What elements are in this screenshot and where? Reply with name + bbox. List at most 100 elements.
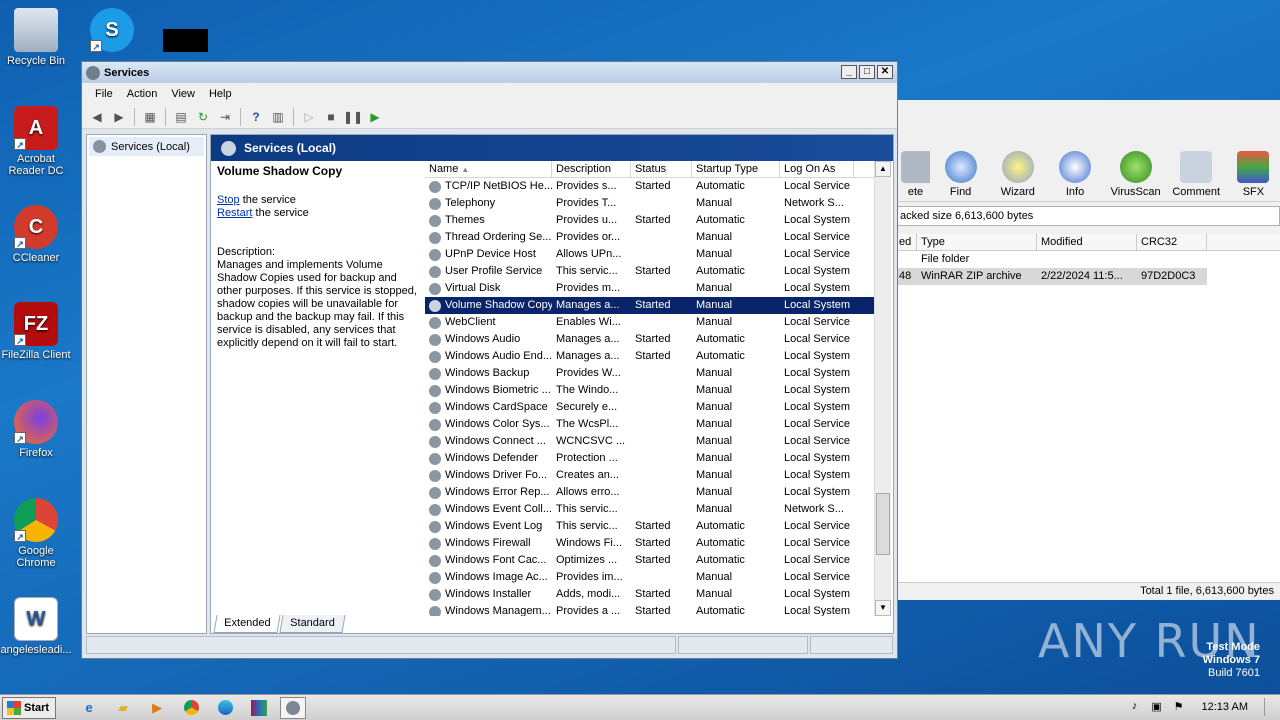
table-row[interactable]: Virtual Disk Provides m... Manual Local Sys… bbox=[425, 280, 881, 297]
cell-startup-type: Manual bbox=[692, 450, 780, 467]
cell-text: Started bbox=[635, 214, 671, 226]
media-player-icon[interactable]: ▶ bbox=[144, 697, 170, 719]
table-row[interactable]: Thread Ordering Se... Provides or... Manua… bbox=[425, 229, 881, 246]
table-row[interactable]: TCP/IP NetBIOS He... Provides s... Started… bbox=[425, 178, 881, 195]
winrar-wizard-button[interactable]: Wizard bbox=[991, 145, 1044, 198]
table-row[interactable]: Windows Connect ... WCNCSVC ... Manual Loca… bbox=[425, 433, 881, 450]
services-icon[interactable] bbox=[280, 696, 307, 719]
tree-item-services-local[interactable]: Services (Local) bbox=[89, 137, 204, 156]
table-row[interactable]: Windows Image Ac... Provides im... Manual L… bbox=[425, 569, 881, 586]
column-status[interactable]: Status bbox=[631, 161, 692, 177]
desktop-icon-acrobat[interactable]: A ↗ Acrobat Reader DC bbox=[0, 106, 72, 177]
pause-service-icon[interactable]: ❚❚ bbox=[343, 108, 363, 126]
column-header[interactable]: Type bbox=[917, 234, 1037, 250]
scroll-thumb[interactable] bbox=[876, 493, 890, 555]
desktop-icon-filezilla[interactable]: FZ ↗ FileZilla Client bbox=[0, 302, 72, 361]
winrar-delete-button[interactable]: ete bbox=[901, 145, 931, 198]
column-header[interactable]: Modified bbox=[1037, 234, 1137, 250]
column-header[interactable]: ed bbox=[895, 234, 917, 250]
show-hide-icon[interactable]: ▥ bbox=[269, 108, 287, 126]
winrar-virusscan-button[interactable]: VirusScan bbox=[1106, 145, 1166, 198]
table-row[interactable]: Windows Managem... Provides a ... Started A… bbox=[425, 603, 881, 616]
menu-help[interactable]: Help bbox=[202, 88, 239, 100]
start-service-icon[interactable]: ▷ bbox=[300, 108, 318, 126]
vertical-scrollbar[interactable]: ▲ ▼ bbox=[874, 161, 891, 616]
show-desktop-icon[interactable] bbox=[1264, 698, 1274, 716]
help-icon[interactable]: ? bbox=[247, 108, 265, 126]
column-header[interactable]: CRC32 bbox=[1137, 234, 1207, 250]
table-row[interactable]: Telephony Provides T... Manual Network S... bbox=[425, 195, 881, 212]
stop-service-icon[interactable]: ■ bbox=[322, 108, 340, 126]
column-name[interactable]: Name ▲ bbox=[425, 161, 552, 177]
table-row[interactable]: WebClient Enables Wi... Manual Local Servic… bbox=[425, 314, 881, 331]
column-log-on-as[interactable]: Log On As bbox=[780, 161, 854, 177]
table-row[interactable]: Windows Audio Manages a... Started Automati… bbox=[425, 331, 881, 348]
title-bar[interactable]: Services _ □ ✕ bbox=[82, 62, 897, 83]
table-row[interactable]: Windows Firewall Windows Fi... Started Auto… bbox=[425, 535, 881, 552]
ie-icon[interactable]: e bbox=[76, 697, 102, 719]
chrome-icon[interactable] bbox=[178, 697, 204, 719]
table-row[interactable]: Windows Driver Fo... Creates an... Manual L… bbox=[425, 467, 881, 484]
table-row[interactable]: Windows Font Cac... Optimizes ... Started A… bbox=[425, 552, 881, 569]
desktop-icon-firefox[interactable]: ↗ Firefox bbox=[0, 400, 72, 459]
list-item[interactable]: 48 WinRAR ZIP archive 2/22/2024 11:5... … bbox=[895, 268, 1207, 285]
list-item[interactable]: File folder bbox=[895, 251, 1280, 268]
forward-icon[interactable]: ▶ bbox=[110, 108, 128, 126]
table-row[interactable]: Themes Provides u... Started Automatic Local… bbox=[425, 212, 881, 229]
winrar-find-button[interactable]: Find bbox=[934, 145, 987, 198]
action-center-flag-icon[interactable]: ⚑ bbox=[1172, 700, 1186, 714]
winrar-comment-button[interactable]: Comment bbox=[1170, 145, 1223, 198]
table-row[interactable]: UPnP Device Host Allows UPn... Manual Local… bbox=[425, 246, 881, 263]
cell-log-on-as: Local System bbox=[780, 382, 854, 399]
desktop-icon-word-doc[interactable]: W angelesleadi... bbox=[0, 597, 72, 656]
minimize-button[interactable]: _ bbox=[841, 65, 857, 79]
properties-icon[interactable]: ▤ bbox=[172, 108, 190, 126]
table-row[interactable]: Windows Error Rep... Allows erro... Manual… bbox=[425, 484, 881, 501]
tab-standard[interactable]: Standard bbox=[279, 615, 346, 633]
menu-action[interactable]: Action bbox=[120, 88, 165, 100]
stop-service-link[interactable]: Stop bbox=[217, 194, 240, 206]
menu-view[interactable]: View bbox=[164, 88, 202, 100]
column-startup-type[interactable]: Startup Type bbox=[692, 161, 780, 177]
close-button[interactable]: ✕ bbox=[877, 65, 893, 79]
clock[interactable]: 12:13 AM bbox=[1202, 701, 1248, 713]
edge-icon[interactable] bbox=[212, 697, 238, 719]
network-icon[interactable]: ▣ bbox=[1150, 700, 1164, 714]
speaker-icon[interactable]: ♪ bbox=[1128, 700, 1142, 714]
winrar-sfx-button[interactable]: SFX bbox=[1227, 145, 1280, 198]
table-row[interactable]: Volume Shadow Copy Manages a... Started Man… bbox=[425, 297, 881, 314]
tab-extended[interactable]: Extended bbox=[213, 615, 282, 633]
desktop-icon-label: CCleaner bbox=[12, 252, 60, 264]
table-row[interactable]: Windows CardSpace Securely e... Manual Loca… bbox=[425, 399, 881, 416]
table-row[interactable]: Windows Installer Adds, modi... Started Man… bbox=[425, 586, 881, 603]
desktop-icon-ccleaner[interactable]: C ↗ CCleaner bbox=[0, 205, 72, 264]
table-row[interactable]: Windows Biometric ... The Windo... Manual L… bbox=[425, 382, 881, 399]
menu-file[interactable]: File bbox=[88, 88, 120, 100]
table-row[interactable]: User Profile Service This servic... Starte… bbox=[425, 263, 881, 280]
table-row[interactable]: Windows Color Sys... The WcsPl... Manual Lo… bbox=[425, 416, 881, 433]
maximize-button[interactable]: □ bbox=[859, 65, 875, 79]
start-button[interactable]: Start bbox=[2, 696, 57, 719]
desktop-icon-recycle-bin[interactable]: Recycle Bin bbox=[0, 8, 72, 67]
console-tree-icon[interactable]: ▦ bbox=[141, 108, 159, 126]
desktop-icon-skype[interactable]: S ↗ bbox=[76, 8, 148, 55]
explorer-icon[interactable]: ▰ bbox=[110, 697, 136, 719]
table-row[interactable]: Windows Backup Provides W... Manual Local S… bbox=[425, 365, 881, 382]
table-row[interactable]: Windows Event Log This servic... Started Au… bbox=[425, 518, 881, 535]
refresh-icon[interactable]: ↻ bbox=[194, 108, 212, 126]
cell-text: Manual bbox=[696, 469, 733, 481]
table-row[interactable]: Windows Audio End... Manages a... Started A… bbox=[425, 348, 881, 365]
restart-service-icon[interactable]: ▶ bbox=[366, 108, 384, 126]
back-icon[interactable]: ◀ bbox=[88, 108, 106, 126]
winrar-info-button[interactable]: Info bbox=[1048, 145, 1101, 198]
scroll-down-icon[interactable]: ▼ bbox=[875, 600, 891, 616]
table-row[interactable]: Windows Defender Protection ... Manual Loca… bbox=[425, 450, 881, 467]
desktop-icon-chrome[interactable]: ↗ Google Chrome bbox=[0, 498, 72, 569]
table-row[interactable]: Windows Event Coll... This servic... Manua… bbox=[425, 501, 881, 518]
cell-text: Windows CardSpace bbox=[445, 401, 548, 413]
winrar-icon[interactable] bbox=[246, 697, 272, 719]
column-description[interactable]: Description bbox=[552, 161, 631, 177]
export-icon[interactable]: ⇥ bbox=[216, 108, 234, 126]
scroll-up-icon[interactable]: ▲ bbox=[875, 161, 891, 177]
restart-service-link[interactable]: Restart bbox=[217, 207, 252, 219]
